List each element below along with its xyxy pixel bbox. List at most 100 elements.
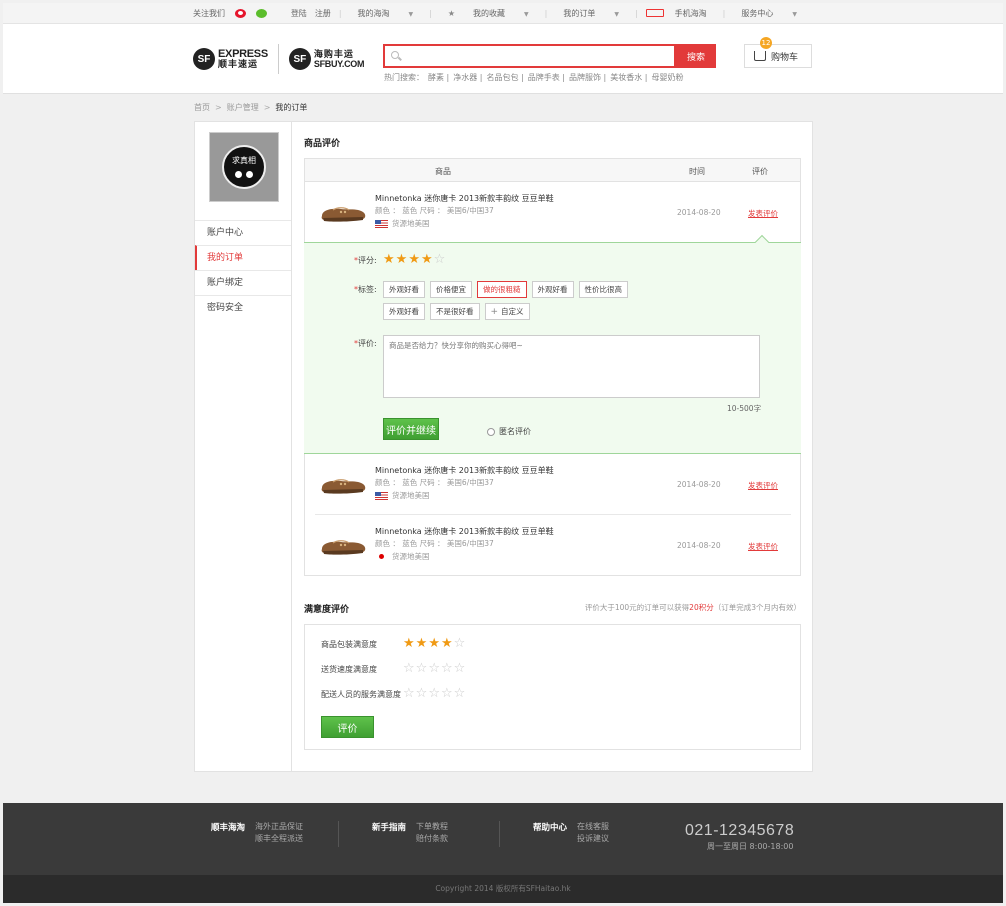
product-origin: 货源地美国 [392,491,430,500]
footer-link[interactable]: 赔付条款 [416,833,448,844]
cart-button[interactable]: 购物车 [744,44,812,68]
anonymous-option[interactable]: 匿名评价 [487,426,531,437]
satisfaction-submit-button[interactable]: 评价 [321,716,374,738]
write-review-link[interactable]: 发表评价 [748,541,778,552]
comment-textarea[interactable] [383,335,760,398]
tag-option[interactable]: 外观好看 [383,281,425,298]
sidebar-item-password-security[interactable]: 密码安全 [195,295,291,320]
product-name[interactable]: Minnetonka 迷你唐卡 2013新款丰韵纹 豆豆单鞋 [375,465,554,476]
weibo-icon[interactable] [235,9,246,18]
breadcrumb-home[interactable]: 首页 [194,103,210,112]
logo-sfbuy-cn: 海购丰运 [313,49,354,59]
logo-express: EXPRESS [218,48,268,60]
table-row: Minnetonka 迷你唐卡 2013新款丰韵纹 豆豆单鞋 颜色 ： 蓝色 尺… [305,182,800,242]
cart-icon [754,51,766,61]
star-empty-icon[interactable]: ☆ [454,662,466,675]
hot-search-link[interactable]: 净水器 | [453,73,482,82]
submit-and-continue-button[interactable]: 评价并继续 [383,418,439,440]
top-bar: 关注我们 登陆 注册 | 我的海淘 ▼ | ★ 我的收藏 ▼ | 我的订单 ▼ | 手机… [3,3,1003,24]
cart-count-badge: 12 [760,37,772,49]
tag-option[interactable]: 不是很好看 [430,303,480,320]
product-name[interactable]: Minnetonka 迷你唐卡 2013新款丰韵纹 豆豆单鞋 [375,526,554,537]
footer-col-title: 顺丰海淘 [211,823,246,833]
logo[interactable]: SF EXPRESS 顺丰速运 SF 海购丰运 SFBUY.COM [193,44,364,74]
star-filled-icon[interactable]: ★ [408,253,420,266]
star-empty-icon[interactable]: ☆ [428,662,440,675]
logo-sfbuy: SFBUY.COM [313,59,365,69]
orders-menu[interactable]: 我的订单 ▼ [547,8,635,19]
hot-searches: 热门搜索： 酵素 | 净水器 | 名品包包 | 品牌手表 | 品牌服饰 | 美妆香水 | 母婴… [384,73,684,82]
star-empty-icon[interactable]: ☆ [441,687,453,700]
hot-search-link[interactable]: 母婴奶粉 [652,73,684,82]
footer-link[interactable]: 顺丰全程派送 [255,833,303,844]
service-menu[interactable]: 服务中心 ▼ [725,8,813,19]
star-filled-icon[interactable]: ★ [403,637,415,650]
login-link[interactable]: 登陆 [283,8,311,19]
star-empty-icon[interactable]: ☆ [416,687,428,700]
footer-link[interactable]: 在线客服 [577,821,609,832]
star-empty-icon[interactable]: ☆ [441,662,453,675]
sidebar-item-my-orders[interactable]: 我的订单 [195,245,291,270]
custom-tag-button[interactable]: 自定义 [484,303,530,320]
tag-option[interactable]: 价格便宜 [430,281,472,298]
section-title-satisfaction: 满意度评价 [304,605,350,615]
hot-search-link[interactable]: 酵素 | [428,73,449,82]
tag-option[interactable]: 外观好看 [383,303,425,320]
star-filled-icon[interactable]: ★ [428,637,440,650]
write-review-link[interactable]: 发表评价 [748,480,778,491]
sidebar-item-account-binding[interactable]: 账户绑定 [195,270,291,295]
star-filled-icon[interactable]: ★ [396,253,408,266]
sidebar: 求真相 账户中心 我的订单 账户绑定 密码安全 [195,122,292,771]
tag-option-selected[interactable]: 做的很粗糙 [477,281,527,298]
shoe-image [321,207,366,222]
footer-link[interactable]: 下单教程 [416,821,448,832]
tag-option[interactable]: 外观好看 [531,281,574,298]
jp-flag-icon [375,552,388,561]
footer-link[interactable]: 投诉建议 [577,833,609,844]
footer-link[interactable]: 海外正品保证 [255,821,303,832]
star-empty-icon[interactable]: ☆ [403,662,415,675]
tag-list: 外观好看 价格便宜 做的很粗糙 外观好看 性价比很高 外观好看 不是很好看 自定… [383,281,673,320]
star-empty-icon[interactable]: ☆ [416,662,428,675]
packaging-stars[interactable]: ★ ★ ★ ★ ☆ [403,637,465,650]
write-review-link[interactable]: 发表评价 [748,208,778,219]
copyright: Copyright 2014 版权所有SFHaitao.hk [3,875,1003,903]
points-note: 评价大于100元的订单可以获得20积分（订单完成3个月内有效） [584,603,801,612]
sfbuy-logo-icon: SF [288,48,311,70]
avatar[interactable]: 求真相 [209,132,279,202]
courier-service-stars[interactable]: ☆ ☆ ☆ ☆ ☆ [403,687,465,700]
star-empty-icon[interactable]: ☆ [434,253,446,266]
breadcrumb-account[interactable]: 账户管理 [227,103,259,112]
order-date: 2014-08-20 [677,480,721,489]
favorites-menu[interactable]: ★ 我的收藏 ▼ [432,8,545,19]
search-button[interactable]: 搜索 [676,44,716,68]
score-stars[interactable]: ★ ★ ★ ★ ☆ [383,253,445,266]
register-link[interactable]: 注册 [311,8,339,19]
chevron-right-icon: > [263,103,271,112]
star-empty-icon[interactable]: ☆ [428,687,440,700]
hot-search-link[interactable]: 名品包包 | [487,73,524,82]
search-input[interactable] [405,48,665,64]
phone-icon [645,9,664,17]
footer: 顺丰海淘 海外正品保证 顺丰全程派送 新手指南 下单教程 赔付条款 帮助中心 在… [3,803,1003,875]
star-filled-icon[interactable]: ★ [421,253,433,266]
star-filled-icon[interactable]: ★ [441,637,453,650]
wechat-icon[interactable] [256,9,267,18]
mobile-link[interactable]: 手机海淘 [638,8,723,19]
star-filled-icon[interactable]: ★ [383,253,395,266]
col-review: 评价 [752,167,768,176]
my-haitao-menu[interactable]: 我的海淘 ▼ [342,8,430,19]
star-empty-icon[interactable]: ☆ [454,637,466,650]
star-filled-icon[interactable]: ★ [416,637,428,650]
anonymous-radio[interactable] [487,427,495,436]
tag-option[interactable]: 性价比很高 [578,281,628,298]
hot-search-link[interactable]: 品牌服饰 | [569,73,606,82]
sidebar-item-account-center[interactable]: 账户中心 [195,220,291,245]
hot-search-link[interactable]: 美妆香水 | [610,73,647,82]
star-empty-icon[interactable]: ☆ [403,687,415,700]
satisfaction-form: 商品包装满意度 ★ ★ ★ ★ ☆ 送货速度满意度 ☆ ☆ ☆ ☆ ☆ 配送人员的服务满意度 ☆… [304,624,801,750]
delivery-speed-stars[interactable]: ☆ ☆ ☆ ☆ ☆ [403,662,465,675]
product-name[interactable]: Minnetonka 迷你唐卡 2013新款丰韵纹 豆豆单鞋 [375,193,554,204]
star-empty-icon[interactable]: ☆ [454,687,466,700]
hot-search-link[interactable]: 品牌手表 | [528,73,565,82]
